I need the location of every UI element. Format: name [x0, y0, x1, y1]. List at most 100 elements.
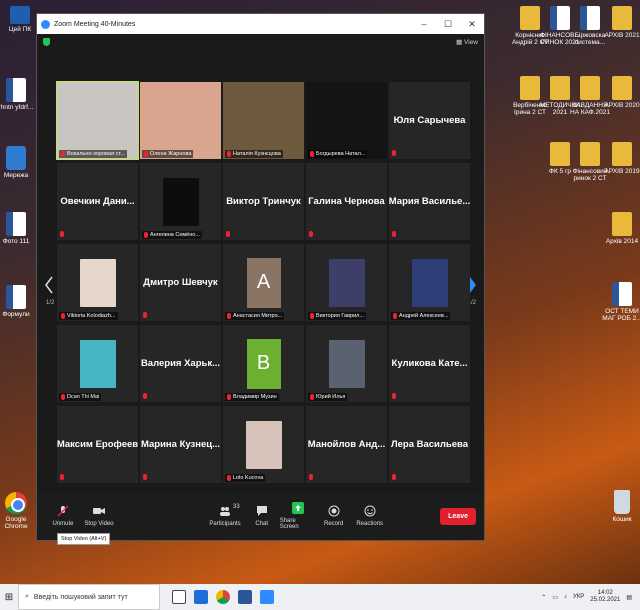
folder-icon [550, 76, 570, 100]
participant-caption-name: Viktoria Kolodiazh... [67, 313, 116, 319]
participant-avatar [162, 177, 199, 226]
muted-mic-icon [143, 393, 147, 399]
participant-tile[interactable]: Галина Чернова [306, 163, 387, 240]
taskbar-search-box[interactable]: ⌕ Введіть пошуковий запит тут [18, 584, 160, 610]
participant-caption-name: Анастасия Митро... [233, 313, 283, 319]
participant-tile[interactable]: Максим Ерофеев [57, 406, 138, 483]
participant-tile[interactable]: Юрий Илья [306, 325, 387, 402]
desktop-icon-label: Формули [2, 311, 30, 318]
language-indicator[interactable]: УКР [573, 594, 584, 600]
clock[interactable]: 14:02 25.02.2021 [590, 590, 620, 604]
stop-video-button[interactable]: Stop Video [81, 505, 117, 527]
task-view-icon[interactable] [172, 590, 186, 604]
desktop-icon-label: Google Chrome [4, 516, 28, 531]
chat-button[interactable]: Chat [244, 505, 280, 527]
desktop-icon-word[interactable]: Формули [0, 285, 38, 318]
participant-caption: Lolo Kucova [225, 474, 266, 482]
participants-label: Participants [209, 521, 241, 527]
chrome-taskbar-icon[interactable] [216, 590, 230, 604]
desktop-icon-folder[interactable]: АРХІВ 2020 [600, 76, 640, 109]
participant-caption: Владимир Музин [225, 393, 279, 401]
participant-caption-name: Олена Жарнова [150, 151, 192, 157]
participant-tile[interactable]: Lolo Kucova [223, 406, 304, 483]
notifications-icon[interactable]: ▤ [626, 594, 632, 601]
word-icon [612, 282, 632, 306]
reactions-label: Reactions [356, 521, 384, 527]
word-icon [580, 6, 600, 30]
participant-tile[interactable]: Dcan Thi Mai [57, 325, 138, 402]
word-taskbar-icon[interactable] [238, 590, 252, 604]
desktop-icon-chrome[interactable]: Google Chrome [0, 492, 38, 531]
net-icon [6, 146, 26, 170]
volume-icon[interactable]: ♪ [564, 594, 567, 600]
muted-mic-icon [61, 151, 65, 157]
participant-name: Овечкин Дани... [60, 196, 135, 207]
view-button[interactable]: ▦ View [456, 38, 478, 46]
close-icon[interactable]: ✕ [460, 19, 484, 30]
record-button[interactable]: Record [316, 505, 352, 527]
participant-tile[interactable]: A Анастасия Митро... [223, 244, 304, 321]
share-screen-button[interactable]: Share Screen [280, 502, 316, 530]
participant-tile[interactable]: Богдырева Натал... [306, 82, 387, 159]
participant-tile[interactable]: Лера Васильева [389, 406, 470, 483]
participant-tile[interactable]: Дмитро Шевчук [140, 244, 221, 321]
participant-video [306, 82, 387, 159]
participant-tile[interactable]: Виктор Тринчук [223, 163, 304, 240]
edge-browser-icon[interactable] [194, 590, 208, 604]
minimize-icon[interactable]: – [412, 19, 436, 30]
desktop-icon-label: Мережа [3, 172, 29, 179]
chrome-icon [5, 492, 27, 514]
participant-caption-name: Виктория Гаврил... [316, 313, 364, 319]
tray-chevron-icon[interactable]: ⌃ [541, 594, 546, 601]
participant-caption: Юрий Илья [308, 393, 348, 401]
muted-mic-icon [60, 231, 64, 237]
participant-caption-name: Андрей Алексеев... [399, 313, 449, 319]
chat-icon [256, 506, 267, 516]
security-shield-icon[interactable] [43, 38, 50, 46]
stop-video-tooltip: Stop Video (Alt+V) [57, 533, 111, 545]
network-icon[interactable]: ▭ [552, 594, 558, 601]
participant-tile[interactable]: Наталія Кузнєцова [223, 82, 304, 159]
start-windows-icon[interactable]: ⊞ [0, 592, 18, 603]
folder-icon [520, 6, 540, 30]
desktop-icon-word[interactable]: rhntn yfdrf... [0, 78, 38, 111]
reactions-button[interactable]: Reactions [352, 505, 388, 527]
desktop-icon-word[interactable]: ОСТ ТЕМИ МАГ РОБ 2... [600, 282, 640, 323]
participant-tile[interactable]: Мария Василье... [389, 163, 470, 240]
muted-mic-icon [227, 151, 231, 157]
maximize-icon[interactable]: ☐ [436, 19, 460, 30]
participant-name: Галина Чернова [308, 196, 385, 207]
participant-tile[interactable]: Виктория Гаврил... [306, 244, 387, 321]
participant-letter-avatar: A [246, 257, 281, 308]
participant-tile[interactable]: Андрей Алексеев... [389, 244, 470, 321]
desktop-icon-folder[interactable]: Архів 2014 [600, 212, 640, 245]
participant-tile[interactable]: Вокально-хоровая ст... [56, 81, 139, 160]
leave-button[interactable]: Leave [440, 507, 476, 525]
participant-tile[interactable]: Юля Сарычева [389, 82, 470, 159]
participant-tile[interactable]: В Владимир Музин [223, 325, 304, 402]
share-screen-icon [291, 502, 304, 514]
folder-icon [612, 76, 632, 100]
window-title: Zoom Meeting 40-Minutes [54, 20, 136, 28]
participant-caption: Андрей Алексеев... [391, 312, 451, 320]
participant-tile[interactable]: Олена Жарнова [140, 82, 221, 159]
desktop-icon-word[interactable]: Фото 111 [0, 212, 38, 245]
participant-avatar [328, 258, 365, 307]
desktop-icon-bin[interactable]: Кошик [600, 490, 640, 523]
participant-tile[interactable]: Viktoria Kolodiazh... [57, 244, 138, 321]
unmute-button[interactable]: Unmute [45, 505, 81, 527]
participant-tile[interactable]: Ангелина Семёно... [140, 163, 221, 240]
zoom-taskbar-icon[interactable] [260, 590, 274, 604]
muted-mic-icon [227, 394, 231, 400]
desktop-icon-label: АРХІВ 2021 [604, 32, 640, 39]
participant-tile[interactable]: Марина Кузнец... [140, 406, 221, 483]
desktop-icon-folder[interactable]: АРХІВ 2021 [600, 6, 640, 39]
participant-tile[interactable]: Куликова Кате... [389, 325, 470, 402]
participant-tile[interactable]: Овечкин Дани... [57, 163, 138, 240]
prev-page-arrow-icon[interactable] [45, 276, 53, 294]
participant-tile[interactable]: Манойлов Анд... [306, 406, 387, 483]
desktop-icon-folder[interactable]: АРХІВ 2019 [600, 142, 640, 175]
participant-tile[interactable]: Валерия Харьк... [140, 325, 221, 402]
muted-mic-icon [57, 505, 69, 517]
desktop-icon-net[interactable]: Мережа [0, 146, 38, 179]
